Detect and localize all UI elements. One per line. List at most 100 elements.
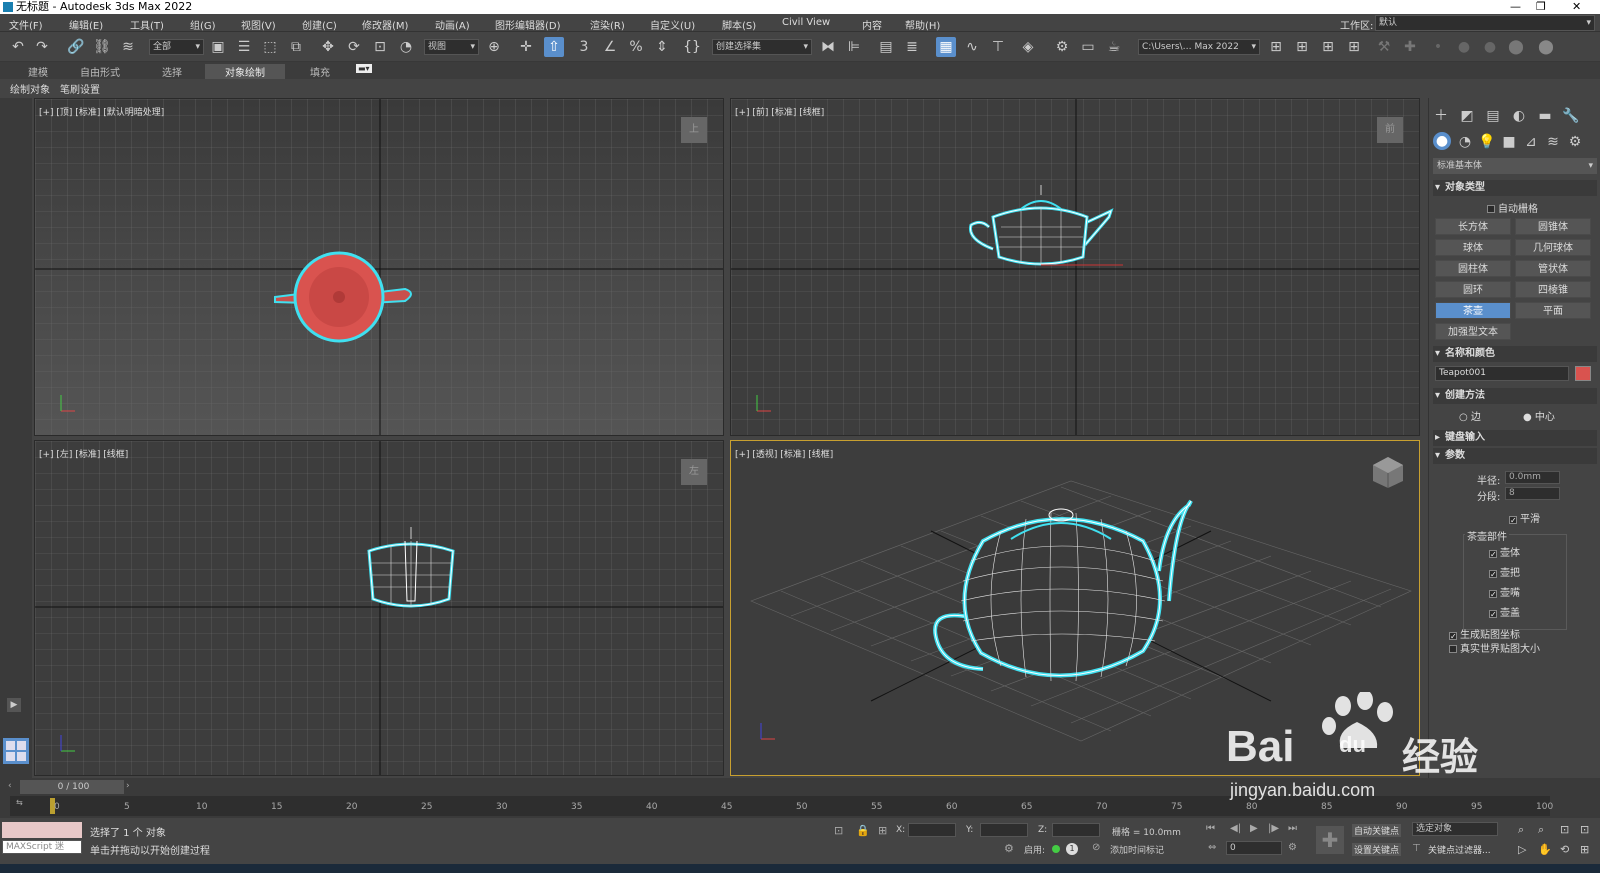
time-slider[interactable]: 0 / 100 (20, 780, 124, 794)
z-coord-field[interactable] (1052, 823, 1100, 837)
geometry-type-dropdown[interactable]: 标准基本体 (1433, 158, 1597, 174)
workspace-dropdown[interactable]: 默认 (1375, 15, 1595, 31)
zoom-icon[interactable]: ⌕ (1518, 823, 1524, 837)
menu-civil-view[interactable]: Civil View (782, 17, 830, 28)
center-radio[interactable]: ● 中心 (1523, 408, 1555, 423)
brush-icon[interactable]: ⚒ (1374, 37, 1394, 57)
track-bar[interactable]: ⇆ 0 5 10 15 20 25 30 35 40 45 50 55 60 6… (10, 796, 1553, 816)
segments-spinner[interactable]: 8 (1505, 487, 1560, 500)
hierarchy-tab-icon[interactable]: ▤ (1483, 106, 1503, 126)
menu-help[interactable]: 帮助(H) (905, 17, 940, 32)
timeline-prev-icon[interactable]: ‹ (8, 781, 18, 793)
cone-button[interactable]: 圆锥体 (1515, 218, 1591, 235)
current-frame-field[interactable]: 0 (1226, 841, 1282, 855)
teapot-perspective-view[interactable] (933, 499, 1193, 682)
autogrid-checkbox[interactable]: 自动栅格 (1487, 200, 1538, 215)
track-bar-icon[interactable]: ⇆ (16, 798, 23, 807)
set-key-icon[interactable]: ✚ (1316, 826, 1344, 854)
body-checkbox[interactable]: ✓ 壶体 (1489, 544, 1520, 559)
curve-editor-icon[interactable]: ∿ (962, 37, 982, 57)
smooth-checkbox[interactable]: ✓ 平滑 (1509, 510, 1540, 525)
zoom-all-icon[interactable]: ⌕ (1538, 823, 1544, 837)
viewport-label-perspective[interactable]: [+] [透视] [标准] [线框] (735, 447, 833, 460)
zoom-extents-icon[interactable]: ⊡ (1560, 823, 1569, 836)
object-name-field[interactable]: Teapot001 (1435, 366, 1569, 381)
render-icon[interactable]: ☕ (1104, 37, 1124, 57)
name-color-header[interactable]: 名称和颜色 (1433, 346, 1597, 362)
menu-modifiers[interactable]: 修改器(M) (362, 17, 408, 32)
maxscript-listener-top[interactable] (2, 822, 82, 838)
motion-tab-icon[interactable]: ◐ (1509, 106, 1529, 126)
tab-populate[interactable]: 填充 (310, 64, 330, 79)
viewport-top[interactable]: [+] [顶] [标准] [默认明暗处理] 上 (34, 98, 724, 436)
menu-graph-editors[interactable]: 图形编辑器(D) (495, 17, 561, 32)
menu-animation[interactable]: 动画(A) (435, 17, 470, 32)
zoom-extents-all-icon[interactable]: ⊡ (1580, 823, 1589, 836)
menu-content[interactable]: 内容 (862, 17, 882, 32)
create-tab-icon[interactable]: ＋ (1431, 106, 1451, 126)
menu-file[interactable]: 文件(F) (9, 17, 43, 32)
display-tab-icon[interactable]: ▬ (1535, 106, 1555, 126)
layer-explorer-icon[interactable]: ▤ (876, 37, 896, 57)
key-mode-icon[interactable]: ⇔ (1208, 842, 1216, 853)
plane-button[interactable]: 平面 (1515, 302, 1591, 319)
dot-large-icon[interactable]: ● (1480, 37, 1500, 57)
select-manipulate-icon[interactable]: ✛ (516, 37, 536, 57)
dot-medium-icon[interactable]: ● (1454, 37, 1474, 57)
next-frame-icon[interactable]: |▶ (1268, 823, 1279, 834)
unlink-icon[interactable]: ⛓ (92, 37, 112, 57)
cameras-icon[interactable]: ■ (1499, 132, 1519, 152)
tab-selection[interactable]: 选择 (162, 64, 182, 79)
teapot-button[interactable]: 茶壶 (1435, 302, 1511, 319)
lights-icon[interactable]: 💡 (1477, 132, 1497, 152)
project-path-dropdown[interactable]: C:\Users\… Max 2022 (1138, 39, 1260, 55)
object-color-swatch[interactable] (1575, 366, 1591, 381)
gen-map-coords-checkbox[interactable]: ✓ 生成贴图坐标 (1449, 626, 1520, 641)
geometry-icon[interactable]: ● (1433, 132, 1451, 150)
named-selection-set-dropdown[interactable]: 创建选择集 (712, 39, 812, 55)
viewcube-front[interactable]: 前 (1377, 117, 1403, 143)
torus-button[interactable]: 圆环 (1435, 281, 1511, 298)
timeline-next-icon[interactable]: › (126, 781, 136, 793)
goto-start-icon[interactable]: ⏮ (1206, 823, 1215, 834)
edit-named-sets-icon[interactable]: {} (682, 37, 702, 57)
reference-coord-dropdown[interactable]: 视图 (424, 39, 479, 55)
schematic-view-icon[interactable]: ⊤ (988, 37, 1008, 57)
scale-icon[interactable]: ⊡ (370, 37, 390, 57)
rotate-icon[interactable]: ⟳ (344, 37, 364, 57)
tab-object-paint[interactable]: 对象绘制 (205, 64, 285, 79)
systems-icon[interactable]: ⚙ (1565, 132, 1585, 152)
menu-group[interactable]: 组(G) (190, 17, 216, 32)
angle-snap-icon[interactable]: ∠ (600, 37, 620, 57)
minimize-button[interactable]: — (1510, 0, 1521, 14)
project-settings-icon[interactable]: ⊞ (1344, 37, 1364, 57)
utilities-tab-icon[interactable]: 🔧 (1561, 106, 1581, 126)
snaps-toggle-icon[interactable]: 3 (574, 37, 594, 57)
project-folder-icon[interactable]: ⊞ (1266, 37, 1286, 57)
time-config-icon[interactable]: ⚙ (1288, 842, 1297, 853)
field-of-view-icon[interactable]: ▷ (1518, 843, 1526, 856)
viewport-label-left[interactable]: [+] [左] [标准] [线框] (39, 447, 128, 460)
rect-selection-icon[interactable]: ⬚ (260, 37, 280, 57)
brush-settings-label[interactable]: 笔刷设置 (60, 81, 100, 96)
menu-customize[interactable]: 自定义(U) (650, 17, 695, 32)
keyboard-shortcut-toggle-icon[interactable]: ⇧ (544, 37, 564, 57)
pyramid-button[interactable]: 四棱锥 (1515, 281, 1591, 298)
add-time-tag[interactable]: 添加时间标记 (1110, 843, 1164, 856)
material-editor-icon[interactable]: ◈ (1018, 37, 1038, 57)
redo-icon[interactable]: ↷ (32, 37, 52, 57)
spinner-snap-icon[interactable]: ⇕ (652, 37, 672, 57)
time-tag-icon[interactable]: ⊘ (1092, 842, 1100, 853)
dot-small-icon[interactable]: • (1428, 37, 1448, 57)
isolate-icon[interactable]: ⊡ (834, 824, 843, 837)
x-coord-field[interactable] (908, 823, 956, 837)
play-icon[interactable]: ▶ (1250, 823, 1258, 834)
handle-checkbox[interactable]: ✓ 壶把 (1489, 564, 1520, 579)
selection-filter-dropdown[interactable]: 全部 (149, 39, 204, 55)
box-button[interactable]: 长方体 (1435, 218, 1511, 235)
textplus-button[interactable]: 加强型文本 (1435, 323, 1511, 340)
tab-modeling[interactable]: 建模 (28, 64, 48, 79)
info-icon[interactable]: 1 (1066, 843, 1078, 855)
viewport-layout-icon[interactable] (3, 738, 29, 764)
add-icon[interactable]: ✚ (1400, 37, 1420, 57)
